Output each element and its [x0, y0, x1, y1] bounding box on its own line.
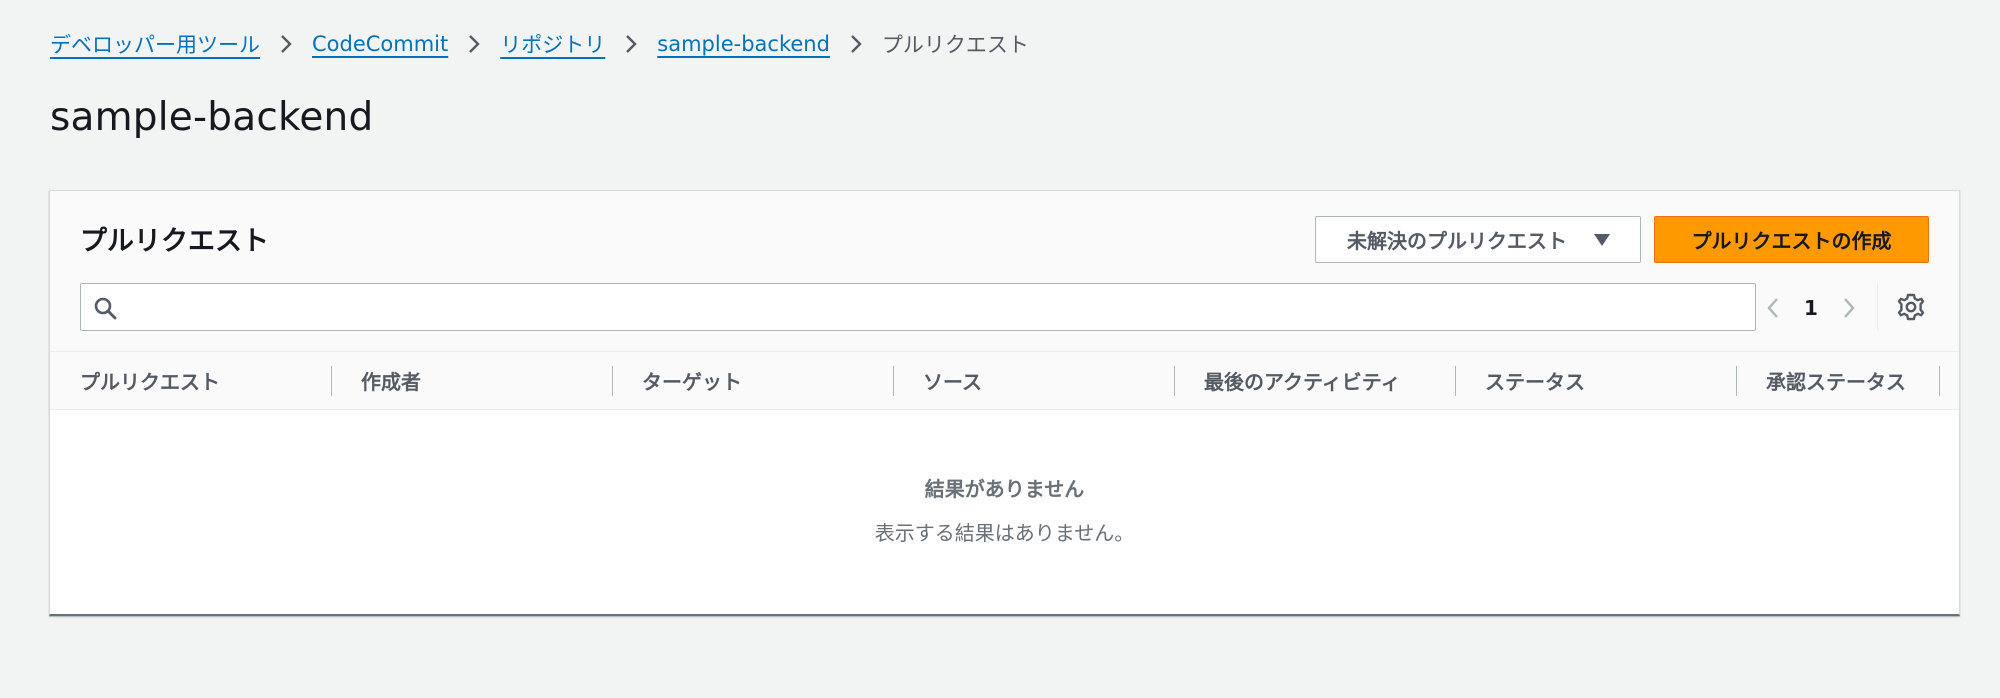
column-resizer[interactable]: [612, 366, 613, 396]
pull-requests-panel: プルリクエスト 未解決のプルリクエスト プルリクエストの作成 1 プルリクエスト…: [49, 190, 1960, 616]
column-header-pull-request[interactable]: プルリクエスト: [80, 352, 220, 409]
breadcrumb-developer-tools[interactable]: デベロッパー用ツール: [50, 29, 260, 59]
search-box[interactable]: [80, 283, 1756, 331]
column-header-last-activity[interactable]: 最後のアクティビティ: [1204, 352, 1401, 409]
breadcrumb: デベロッパー用ツール CodeCommit リポジトリ sample-backe…: [50, 28, 1029, 60]
gear-icon[interactable]: [1895, 291, 1927, 323]
chevron-right-icon: [830, 33, 882, 55]
column-header-status[interactable]: ステータス: [1485, 352, 1585, 409]
breadcrumb-repositories[interactable]: リポジトリ: [500, 29, 605, 59]
column-header-target[interactable]: ターゲット: [642, 352, 742, 409]
column-resizer[interactable]: [1174, 366, 1175, 396]
column-header-source[interactable]: ソース: [923, 352, 982, 409]
filter-select-value: 未解決のプルリクエスト: [1347, 229, 1567, 253]
chevron-right-icon[interactable]: [1829, 296, 1869, 320]
search-icon: [93, 296, 117, 320]
create-pull-request-button[interactable]: プルリクエストの作成: [1654, 216, 1929, 263]
empty-state-description: 表示する結果はありません。: [874, 521, 1135, 545]
chevron-right-icon: [448, 33, 500, 55]
column-resizer[interactable]: [1455, 366, 1456, 396]
panel-header: プルリクエスト 未解決のプルリクエスト プルリクエストの作成 1: [50, 191, 1959, 352]
divider: [1877, 283, 1878, 331]
current-page-number[interactable]: 1: [1793, 296, 1829, 320]
empty-state-title: 結果がありません: [924, 477, 1085, 501]
breadcrumb-codecommit[interactable]: CodeCommit: [312, 32, 448, 56]
breadcrumb-current: プルリクエスト: [881, 33, 1029, 57]
caret-down-icon: [1594, 234, 1610, 246]
column-resizer[interactable]: [1939, 366, 1940, 396]
column-resizer[interactable]: [893, 366, 894, 396]
column-resizer[interactable]: [331, 366, 332, 396]
chevron-right-icon: [260, 33, 312, 55]
pull-request-filter-select[interactable]: 未解決のプルリクエスト: [1315, 216, 1641, 263]
chevron-left-icon[interactable]: [1753, 296, 1793, 320]
column-header-approval-status[interactable]: 承認ステータス: [1766, 352, 1906, 409]
breadcrumb-sample-backend[interactable]: sample-backend: [657, 32, 830, 56]
column-header-author[interactable]: 作成者: [361, 352, 421, 409]
search-input[interactable]: [127, 284, 1747, 330]
pagination: 1: [1753, 285, 1869, 331]
column-resizer[interactable]: [1736, 366, 1737, 396]
table-header-row: プルリクエスト 作成者 ターゲット ソース 最後のアクティビティ ステータス 承…: [50, 352, 1959, 410]
chevron-right-icon: [605, 33, 657, 55]
panel-title: プルリクエスト: [80, 226, 269, 257]
page-title: sample-backend: [50, 95, 374, 140]
